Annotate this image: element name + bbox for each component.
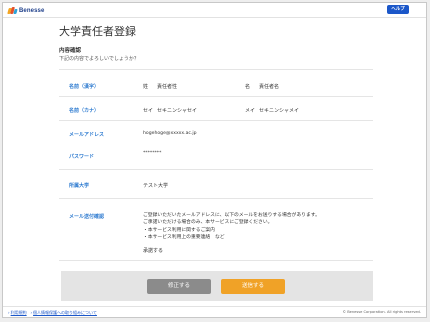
divider xyxy=(59,96,373,97)
help-button[interactable]: ヘルプ xyxy=(387,5,409,14)
logo-mark-icon xyxy=(7,6,18,15)
name-kana-sei-prefix: セイ xyxy=(143,108,154,114)
notice-line: ・本サービス利用に関するご案内 xyxy=(143,227,215,233)
terms-link[interactable]: 利用規約 xyxy=(11,310,27,315)
section-subtitle: 下記の内容でよろしいでしょうか？ xyxy=(59,56,139,62)
section-heading: 内容確認 xyxy=(59,48,82,54)
university-value: テスト大学 xyxy=(143,183,169,189)
app-window: Benesse ヘルプ 大学責任者登録 内容確認 下記の内容でよろしいでしょうか… xyxy=(2,2,427,318)
divider xyxy=(59,169,373,170)
footer-links: ›利用規約 ›個人情報保護への取り組みについて xyxy=(8,310,97,316)
name-kanji-sei-value: 責任者性 xyxy=(157,84,178,90)
email-label: メールアドレス xyxy=(69,132,105,138)
logo-text: Benesse xyxy=(19,7,45,14)
divider xyxy=(59,198,373,199)
password-label: パスワード xyxy=(69,154,95,160)
mail-consent-value: 承諾する xyxy=(143,248,164,254)
benesse-logo[interactable]: Benesse xyxy=(7,6,45,15)
name-kana-label: 名前（カナ） xyxy=(69,108,100,114)
name-kana-mei-prefix: メイ xyxy=(245,108,256,114)
mail-consent-label: メール送付確認 xyxy=(69,214,105,220)
divider xyxy=(59,120,373,121)
footer-divider xyxy=(3,306,426,307)
university-label: 所属大学 xyxy=(69,183,90,189)
privacy-link[interactable]: 個人情報保護への取り組みについて xyxy=(33,310,97,315)
notice-line: ・本サービス利用上の重要連絡 など xyxy=(143,235,225,241)
mail-consent-notice: ご登録いただいたメールアドレスに、以下のメールをお送りする場合があります。 ご承… xyxy=(143,212,363,242)
name-kana-sei-value: セキニンシャセイ xyxy=(157,108,198,114)
top-bar: Benesse ヘルプ xyxy=(3,3,426,18)
email-value: hogehoge@xxxxx.ac.jp xyxy=(143,131,197,136)
copyright: © Benesse Corporation. All rights reserv… xyxy=(342,310,421,314)
send-button[interactable]: 送信する xyxy=(221,279,285,294)
name-kanji-mei-prefix: 名 xyxy=(245,84,251,90)
fix-button[interactable]: 修正する xyxy=(147,279,211,294)
notice-line: ご承諾いただける場合のみ、本サービスにご登録ください。 xyxy=(143,220,273,226)
divider xyxy=(59,260,373,261)
name-kanji-sei-prefix: 姓 xyxy=(143,84,149,90)
password-value: ******** xyxy=(143,151,162,156)
name-kanji-mei-value: 責任者名 xyxy=(259,84,280,90)
name-kanji-label: 名前（漢字） xyxy=(69,84,100,90)
bullet-icon: › xyxy=(30,310,33,315)
notice-line: ご登録いただいたメールアドレスに、以下のメールをお送りする場合があります。 xyxy=(143,213,320,218)
page-title: 大学責任者登録 xyxy=(59,25,136,38)
action-panel: 修正する 送信する xyxy=(61,271,373,301)
divider xyxy=(59,69,373,70)
bullet-icon: › xyxy=(8,310,10,315)
name-kana-mei-value: セキニンシャメイ xyxy=(259,108,300,114)
